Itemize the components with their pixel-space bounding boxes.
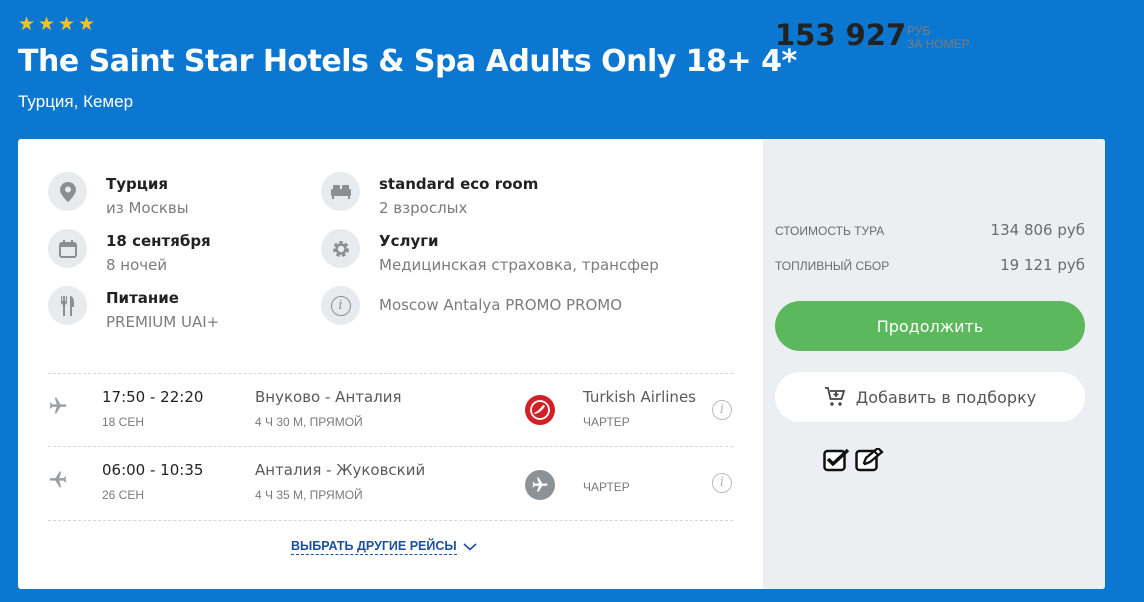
flight-info-icon[interactable]: i bbox=[712, 400, 732, 420]
flight-duration: 4 Ч 35 М, ПРЯМОЙ bbox=[255, 488, 363, 502]
selection-tools bbox=[823, 448, 885, 472]
gear-icon bbox=[321, 229, 360, 268]
flight-route: Внуково - Анталия bbox=[255, 388, 402, 406]
calendar-icon bbox=[48, 229, 87, 268]
continue-button[interactable]: Продолжить bbox=[775, 301, 1085, 351]
turkish-airlines-logo bbox=[525, 395, 555, 425]
flight-time: 06:00 - 10:35 bbox=[102, 461, 204, 479]
star-icon: ★ bbox=[58, 14, 76, 35]
flight-type: ЧАРТЕР bbox=[583, 480, 630, 494]
flight-type: ЧАРТЕР bbox=[583, 415, 630, 429]
departure-city: из Москвы bbox=[106, 199, 189, 217]
price-per-room: ЗА НОМЕР bbox=[907, 37, 970, 51]
destination-info: Турция из Москвы bbox=[48, 172, 189, 217]
choose-other-flights-link[interactable]: ВЫБРАТЬ ДРУГИЕ РЕЙСЫ bbox=[291, 539, 477, 555]
add-to-selection-label: Добавить в подборку bbox=[855, 387, 1037, 407]
room-type: standard eco room bbox=[379, 175, 539, 193]
flight-date: 18 СЕН bbox=[102, 415, 145, 429]
tour-cost-row: СТОИМОСТЬ ТУРА 134 806 руб bbox=[775, 221, 1085, 239]
location-pin-icon bbox=[48, 172, 87, 211]
choose-other-flights-label: ВЫБРАТЬ ДРУГИЕ РЕЙСЫ bbox=[291, 539, 457, 555]
meal-plan: PREMIUM UAI+ bbox=[106, 313, 220, 331]
fuel-fee-label: ТОПЛИВНЫЙ СБОР bbox=[775, 259, 890, 273]
generic-plane-logo bbox=[525, 470, 555, 500]
destination-title: Турция bbox=[106, 175, 169, 193]
price-panel bbox=[763, 139, 1105, 589]
flight-row-outbound: 17:50 - 22:20 18 СЕН Внуково - Анталия 4… bbox=[48, 374, 733, 446]
chevron-down-icon bbox=[463, 543, 477, 551]
guests-count: 2 взрослых bbox=[379, 199, 468, 217]
star-icon: ★ bbox=[18, 14, 36, 35]
plane-icon bbox=[49, 397, 67, 414]
services-info: Услуги Медицинская страховка, трансфер bbox=[321, 229, 659, 274]
nights-count: 8 ночей bbox=[106, 256, 168, 274]
fork-knife-icon bbox=[48, 286, 87, 325]
tour-cost-label: СТОИМОСТЬ ТУРА bbox=[775, 224, 885, 238]
fuel-fee-row: ТОПЛИВНЫЙ СБОР 19 121 руб bbox=[775, 256, 1085, 274]
plane-icon bbox=[49, 471, 67, 488]
hotel-title: The Saint Star Hotels & Spa Adults Only … bbox=[18, 44, 797, 79]
divider bbox=[48, 520, 733, 521]
price-unit: РУБ ЗА НОМЕР bbox=[907, 25, 970, 51]
checkbox-checked-icon[interactable] bbox=[823, 448, 851, 472]
bed-icon bbox=[321, 172, 360, 211]
flight-time: 17:50 - 22:20 bbox=[102, 388, 204, 406]
services-list: Медицинская страховка, трансфер bbox=[379, 256, 659, 274]
services-title: Услуги bbox=[379, 232, 439, 250]
star-icon: ★ bbox=[38, 14, 56, 35]
flight-date: 26 СЕН bbox=[102, 488, 145, 502]
start-date: 18 сентября bbox=[106, 232, 211, 250]
flight-duration: 4 Ч 30 М, ПРЯМОЙ bbox=[255, 415, 363, 429]
room-info: standard eco room 2 взрослых bbox=[321, 172, 538, 217]
dates-info: 18 сентября 8 ночей bbox=[48, 229, 211, 274]
hotel-location: Турция, Кемер bbox=[18, 92, 134, 111]
hotel-stars: ★ ★ ★ ★ bbox=[18, 14, 96, 35]
airline-name: Turkish Airlines bbox=[583, 388, 696, 406]
meals-title: Питание bbox=[106, 289, 179, 307]
cart-plus-icon bbox=[824, 387, 846, 406]
flight-route: Анталия - Жуковский bbox=[255, 461, 426, 479]
edit-note-icon[interactable] bbox=[855, 448, 885, 472]
flight-info-icon[interactable]: i bbox=[712, 473, 732, 493]
tour-card: Турция из Москвы standard eco room 2 взр… bbox=[18, 139, 1105, 589]
fuel-fee-value: 19 121 руб bbox=[1000, 256, 1085, 274]
promo-name: Moscow Antalya PROMO PROMO bbox=[379, 296, 623, 314]
add-to-selection-button[interactable]: Добавить в подборку bbox=[775, 372, 1085, 422]
total-price: 153 927 bbox=[775, 18, 907, 52]
flight-row-return: 06:00 - 10:35 26 СЕН Анталия - Жуковский… bbox=[48, 447, 733, 519]
tour-cost-value: 134 806 руб bbox=[990, 221, 1085, 239]
promo-info: i Moscow Antalya PROMO PROMO bbox=[321, 286, 622, 325]
star-icon: ★ bbox=[78, 14, 96, 35]
info-icon: i bbox=[321, 286, 360, 325]
meals-info: Питание PREMIUM UAI+ bbox=[48, 286, 219, 331]
